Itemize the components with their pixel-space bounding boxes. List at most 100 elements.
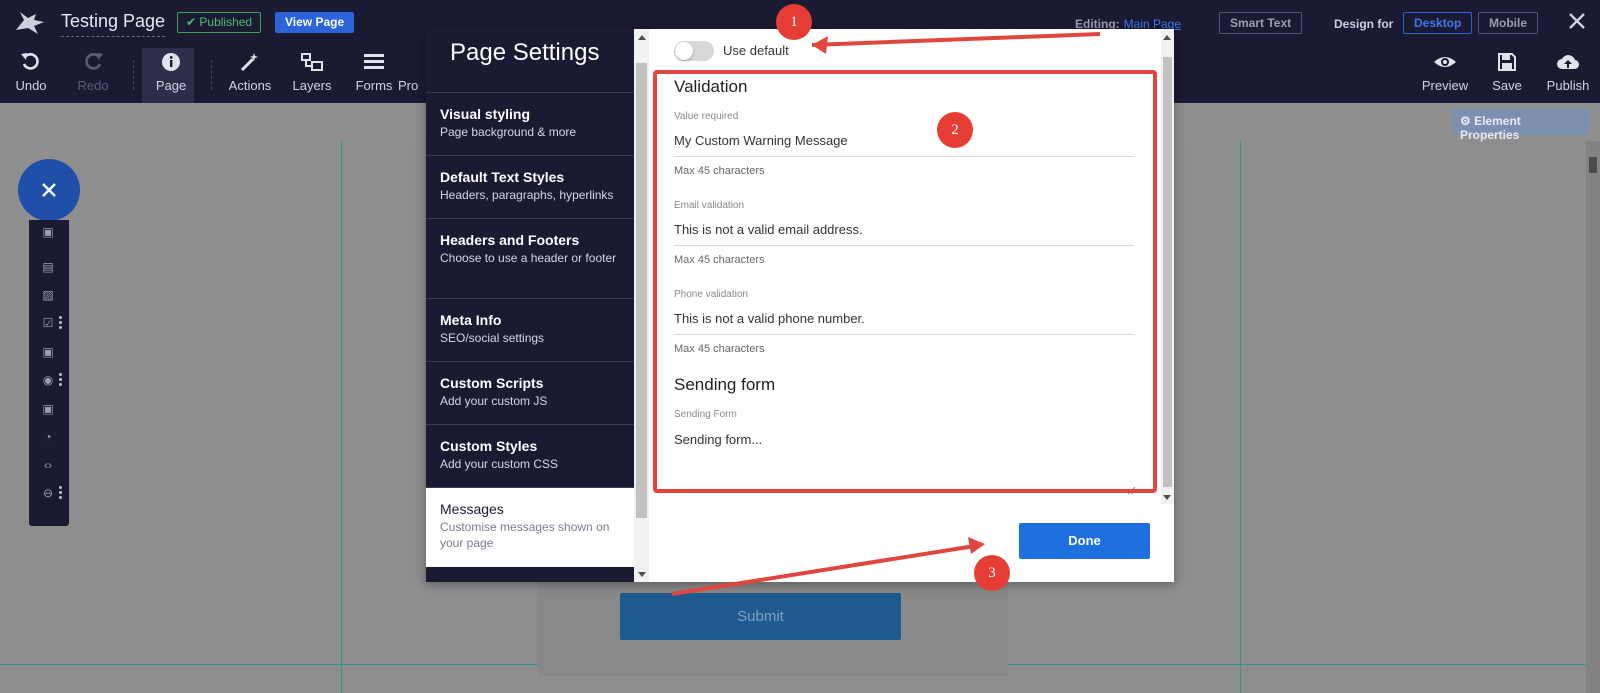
close-icon[interactable] bbox=[1565, 9, 1589, 33]
nav-item-subtitle: Page background & more bbox=[440, 125, 577, 139]
annotation-highlight-box bbox=[653, 70, 1157, 493]
layers-button[interactable]: Layers bbox=[282, 52, 342, 93]
more-dots-icon[interactable] bbox=[59, 316, 63, 330]
content-scrollbar[interactable] bbox=[1161, 29, 1174, 504]
nav-item-subtitle: SEO/social settings bbox=[440, 331, 545, 345]
more-dots-icon[interactable] bbox=[59, 373, 63, 387]
smart-text-button[interactable]: Smart Text bbox=[1219, 12, 1303, 34]
video-icon[interactable]: ◉ bbox=[41, 373, 55, 387]
more-icon[interactable]: ⊖ bbox=[41, 486, 55, 500]
page-settings-modal: Page Settings Visual styling Page backgr… bbox=[426, 29, 1174, 582]
nav-item-subtitle: Choose to use a header or footer bbox=[440, 251, 617, 265]
box-icon[interactable]: ▣ bbox=[41, 345, 55, 359]
layout-guide-right bbox=[1240, 141, 1241, 693]
publish-button[interactable]: Publish bbox=[1538, 52, 1598, 93]
redo-label: Redo bbox=[77, 78, 109, 93]
actions-label: Actions bbox=[228, 78, 272, 93]
close-icon bbox=[42, 183, 56, 197]
page-button[interactable]: Page bbox=[141, 52, 201, 93]
annotation-marker-2: 2 bbox=[937, 112, 973, 148]
nav-item-subtitle: Add your custom CSS bbox=[440, 457, 559, 471]
forms-list-icon bbox=[364, 54, 384, 69]
products-button[interactable]: Pro bbox=[398, 52, 428, 93]
undo-button[interactable]: Undo bbox=[1, 52, 61, 93]
image-icon[interactable]: ▨ bbox=[41, 288, 55, 302]
timer-icon[interactable]: ◔ bbox=[41, 430, 55, 444]
magic-wand-icon bbox=[240, 53, 258, 72]
save-label: Save bbox=[1492, 78, 1522, 93]
undo-label: Undo bbox=[15, 78, 47, 93]
use-default-label: Use default bbox=[723, 43, 789, 58]
annotation-marker-3: 3 bbox=[974, 555, 1010, 591]
code-icon[interactable]: ‹› bbox=[41, 458, 55, 472]
text-icon[interactable]: ▤ bbox=[41, 260, 55, 274]
preview-button[interactable]: Preview bbox=[1415, 52, 1475, 93]
nav-item-title: Default Text Styles bbox=[440, 169, 565, 185]
nav-item-title: Messages bbox=[440, 501, 504, 517]
design-for-label: Design for bbox=[1334, 17, 1394, 31]
use-default-toggle[interactable] bbox=[674, 41, 714, 61]
nav-item-visual-styling[interactable]: Visual styling Page background & more bbox=[426, 92, 634, 155]
mobile-button[interactable]: Mobile bbox=[1478, 12, 1538, 34]
element-toolbox: ▣ ▤ ▨ ☑ ▣ ◉ ▣ ◔ ‹› ⊖ bbox=[29, 220, 69, 526]
done-button[interactable]: Done bbox=[1019, 523, 1150, 559]
nav-item-headers-footers[interactable]: Headers and Footers Choose to use a head… bbox=[426, 218, 634, 298]
publish-label: Publish bbox=[1546, 78, 1590, 93]
products-icon-placeholder bbox=[398, 52, 428, 78]
eye-icon bbox=[1434, 57, 1456, 67]
nav-item-title: Meta Info bbox=[440, 312, 502, 328]
submit-button[interactable]: Submit bbox=[620, 593, 901, 640]
nav-item-default-text-styles[interactable]: Default Text Styles Headers, paragraphs,… bbox=[426, 155, 634, 218]
nav-scrollbar-thumb[interactable] bbox=[636, 63, 647, 518]
checkbox-icon[interactable]: ☑ bbox=[41, 316, 55, 330]
redo-button[interactable]: Redo bbox=[63, 52, 123, 93]
close-panel-button[interactable] bbox=[18, 159, 80, 221]
save-button[interactable]: Save bbox=[1477, 52, 1537, 93]
canvas-scrollbar-thumb[interactable] bbox=[1589, 157, 1597, 173]
unicorn-logo-icon[interactable] bbox=[14, 8, 46, 36]
nav-item-title: Headers and Footers bbox=[440, 232, 580, 248]
element-properties-button[interactable]: ⚙ Element Properties bbox=[1452, 108, 1589, 142]
nav-item-meta-info[interactable]: Meta Info SEO/social settings bbox=[426, 298, 634, 361]
nav-scrollbar[interactable] bbox=[634, 29, 649, 582]
preview-label: Preview bbox=[1421, 78, 1469, 93]
desktop-button[interactable]: Desktop bbox=[1403, 12, 1473, 34]
page-title[interactable]: Testing Page bbox=[61, 11, 166, 37]
scroll-up-arrow-icon[interactable] bbox=[1163, 35, 1171, 40]
published-badge: ✔ Published bbox=[177, 12, 262, 33]
scroll-up-arrow-icon[interactable] bbox=[638, 35, 646, 40]
nav-item-subtitle: Add your custom JS bbox=[440, 394, 548, 408]
widgets-icon[interactable]: ▣ bbox=[41, 225, 55, 239]
undo-icon bbox=[21, 53, 39, 70]
nav-item-subtitle: Headers, paragraphs, hyperlinks bbox=[440, 188, 614, 202]
content-scrollbar-thumb[interactable] bbox=[1163, 57, 1172, 487]
forms-label: Forms bbox=[355, 78, 393, 93]
view-page-button[interactable]: View Page bbox=[275, 12, 355, 33]
scroll-down-arrow-icon[interactable] bbox=[1163, 495, 1171, 500]
toggle-knob bbox=[675, 42, 693, 60]
cloud-upload-icon bbox=[1557, 55, 1580, 70]
actions-button[interactable]: Actions bbox=[220, 52, 280, 93]
products-label-partial: Pro bbox=[398, 78, 419, 93]
nav-item-title: Custom Styles bbox=[440, 438, 538, 454]
info-icon bbox=[162, 53, 180, 71]
nav-item-subtitle: Customise messages shown on your page bbox=[440, 520, 610, 550]
page-label: Page bbox=[155, 78, 187, 93]
more-dots-icon[interactable] bbox=[59, 486, 63, 500]
modal-title: Page Settings bbox=[450, 39, 600, 66]
layers-label: Layers bbox=[292, 78, 332, 93]
nav-item-custom-scripts[interactable]: Custom Scripts Add your custom JS bbox=[426, 361, 634, 424]
settings-nav: Page Settings Visual styling Page backgr… bbox=[426, 29, 634, 582]
annotation-marker-1: 1 bbox=[776, 4, 812, 40]
nav-item-messages[interactable]: Messages Customise messages shown on you… bbox=[426, 487, 634, 567]
scroll-down-arrow-icon[interactable] bbox=[638, 572, 646, 577]
forms-button[interactable]: Forms bbox=[344, 52, 404, 93]
toolbar-divider bbox=[133, 60, 134, 90]
canvas-scrollbar[interactable] bbox=[1586, 141, 1600, 693]
redo-icon bbox=[85, 53, 103, 70]
form-icon[interactable]: ▣ bbox=[41, 402, 55, 416]
nav-item-custom-styles[interactable]: Custom Styles Add your custom CSS bbox=[426, 424, 634, 487]
published-label: Published bbox=[199, 15, 253, 29]
layers-icon bbox=[301, 53, 323, 71]
nav-item-title: Visual styling bbox=[440, 106, 530, 122]
